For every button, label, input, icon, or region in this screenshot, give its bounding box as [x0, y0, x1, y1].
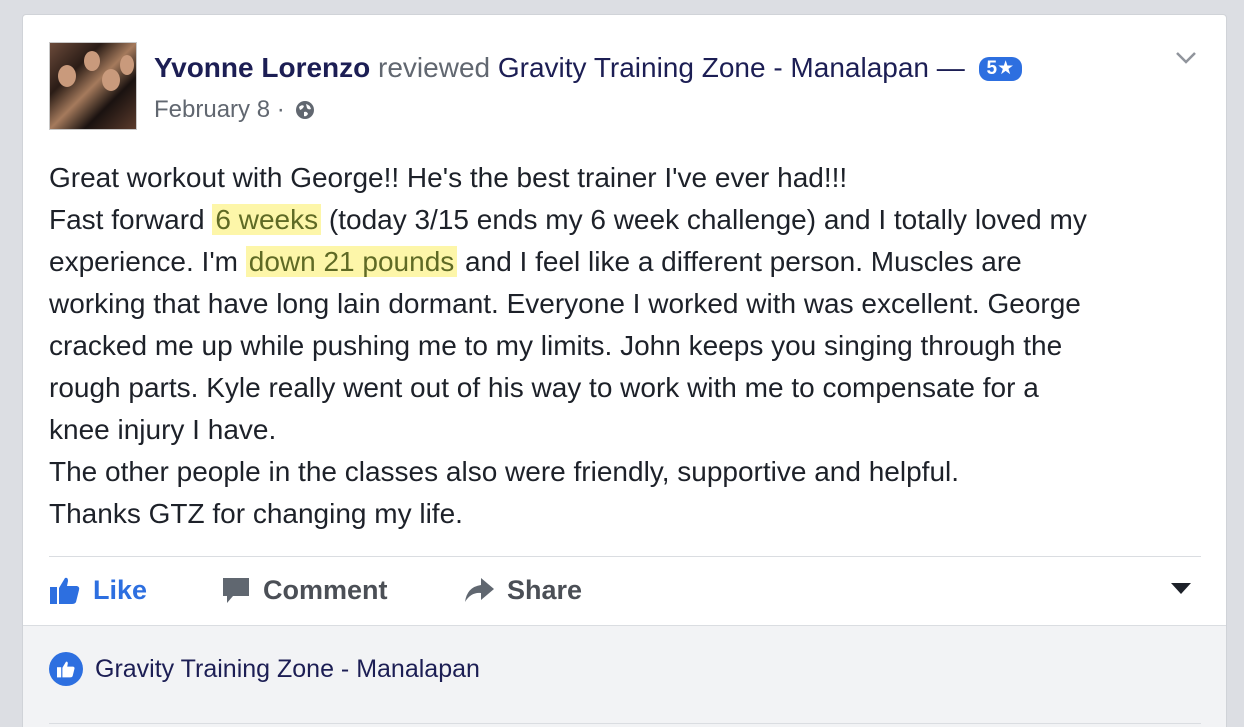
review-line: knee injury I have.: [49, 414, 277, 445]
share-button[interactable]: Share: [463, 569, 582, 611]
thumbs-up-icon: [50, 577, 80, 604]
review-line: The other people in the classes also wer…: [49, 456, 960, 487]
like-reaction-icon: [49, 652, 83, 686]
meta-separator: ·: [276, 96, 285, 123]
chevron-down-icon[interactable]: [1172, 43, 1200, 71]
author-avatar[interactable]: [49, 42, 137, 130]
author-name-link[interactable]: Yvonne Lorenzo: [154, 52, 370, 83]
highlight-down-21-pounds: down 21 pounds: [245, 246, 458, 277]
rating-badge: 5★: [978, 57, 1023, 81]
highlight-6-weeks: 6 weeks: [212, 204, 322, 235]
comment-button[interactable]: Comment: [221, 569, 388, 611]
text-segment: (today 3/15 ends my 6 week challenge) an…: [321, 204, 1087, 235]
post-header: Yvonne Lorenzo reviewed Gravity Training…: [154, 51, 1023, 85]
text-segment: experience. I'm: [49, 246, 246, 277]
action-text: reviewed: [378, 52, 491, 83]
text-segment: and I feel like a different person. Musc…: [457, 246, 1022, 277]
globe-icon[interactable]: [295, 100, 315, 120]
review-line: Fast forward 6 weeks (today 3/15 ends my…: [49, 199, 1209, 241]
footer-divider: [49, 723, 1201, 724]
actions-divider: [49, 556, 1201, 557]
review-text: Great workout with George!! He's the bes…: [49, 157, 1209, 535]
comment-bubble-icon: [223, 578, 249, 603]
review-post-card: Yvonne Lorenzo reviewed Gravity Training…: [22, 14, 1227, 727]
comment-label: Comment: [263, 574, 388, 605]
review-line: Great workout with George!! He's the bes…: [49, 162, 848, 193]
liked-by-name[interactable]: Gravity Training Zone - Manalapan: [95, 655, 480, 684]
text-segment: Fast forward: [49, 204, 213, 235]
action-bar: Like Comment Share: [49, 569, 1201, 611]
share-label: Share: [507, 574, 583, 605]
post-date-link[interactable]: February 8: [154, 96, 270, 123]
likes-summary[interactable]: Gravity Training Zone - Manalapan: [49, 652, 480, 686]
review-line: rough parts. Kyle really went out of his…: [49, 372, 1039, 403]
review-line: cracked me up while pushing me to my lim…: [49, 330, 1063, 361]
review-line: Thanks GTZ for changing my life.: [49, 498, 463, 529]
like-label: Like: [93, 574, 148, 605]
share-arrow-icon: [465, 578, 494, 602]
like-button[interactable]: Like: [49, 569, 147, 611]
review-line: experience. I'm down 21 pounds and I fee…: [49, 241, 1209, 283]
caret-down-icon[interactable]: [1171, 583, 1191, 594]
header-dash: —: [936, 52, 965, 83]
reactions-footer: Gravity Training Zone - Manalapan: [23, 625, 1226, 727]
review-line: working that have long lain dormant. Eve…: [49, 288, 1081, 319]
post-meta: February 8 ·: [154, 95, 315, 125]
reviewed-page-link[interactable]: Gravity Training Zone - Manalapan: [498, 52, 929, 83]
